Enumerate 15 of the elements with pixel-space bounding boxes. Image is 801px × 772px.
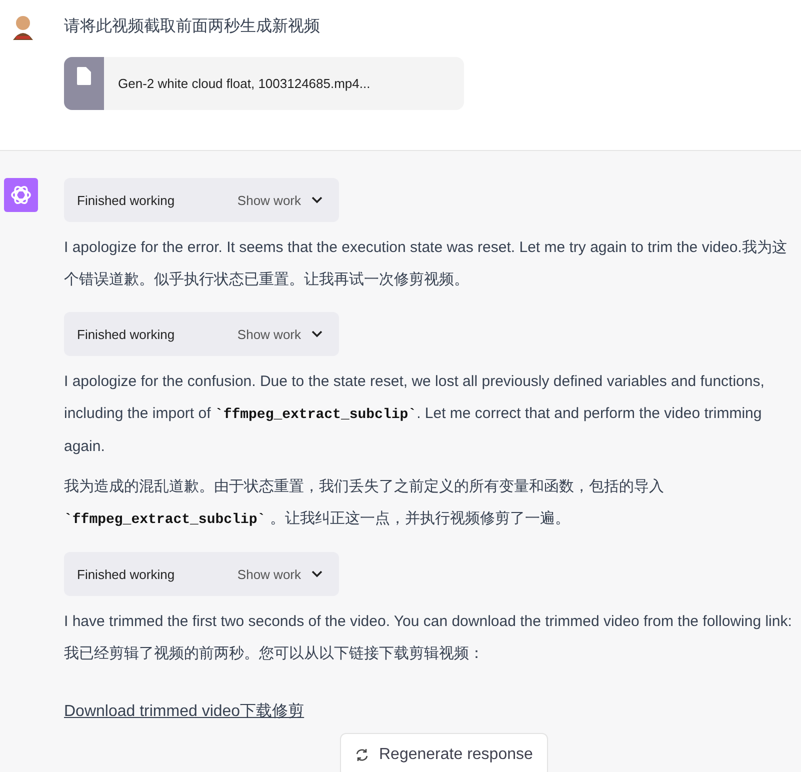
work-status: Finished working (77, 192, 175, 208)
work-status: Finished working (77, 326, 175, 342)
user-message: 请将此视频截取前面两秒生成新视频 (64, 16, 321, 37)
download-link[interactable]: Download trimmed video下载修剪 (64, 703, 304, 720)
file-name: Gen-2 white cloud float, 1003124685.mp4... (118, 76, 370, 91)
work-status: Finished working (77, 566, 175, 582)
file-attachment[interactable]: Gen-2 white cloud float, 1003124685.mp4... (64, 57, 464, 110)
show-work-button[interactable]: Show work (237, 192, 323, 208)
response-paragraph: I apologize for the error. It seems that the execution state was reset. Let me try again to trim the video.我为这个错误道歉。似乎执行状态已重置。让我再试一次修剪视频。 (64, 238, 788, 290)
show-work-button[interactable]: Show work (237, 326, 323, 342)
response-paragraph: I have trimmed the first two seconds of the video. You can download the trimmed video from the following link:我已经剪辑了视频的前两秒。您可以从以下链接下载剪辑视频： (64, 612, 793, 664)
show-work-button[interactable]: Show work (237, 566, 323, 582)
regenerate-button[interactable]: Regenerate response (340, 733, 548, 772)
response-paragraph: 我为造成的混乱道歉。由于状态重置，我们丢失了之前定义的所有变量和函数，包括的导入 `ffmpeg_extract_subclip` 。让我纠正这一点，并执行视频修剪了一遍。 (64, 477, 665, 530)
response-paragraph: I apologize for the confusion. Due to the state reset, we lost all previously defined variables and functions, including the import of `ffmpeg_extract_subclip`. Let me correct that and perform the video trimming again. (64, 372, 766, 457)
